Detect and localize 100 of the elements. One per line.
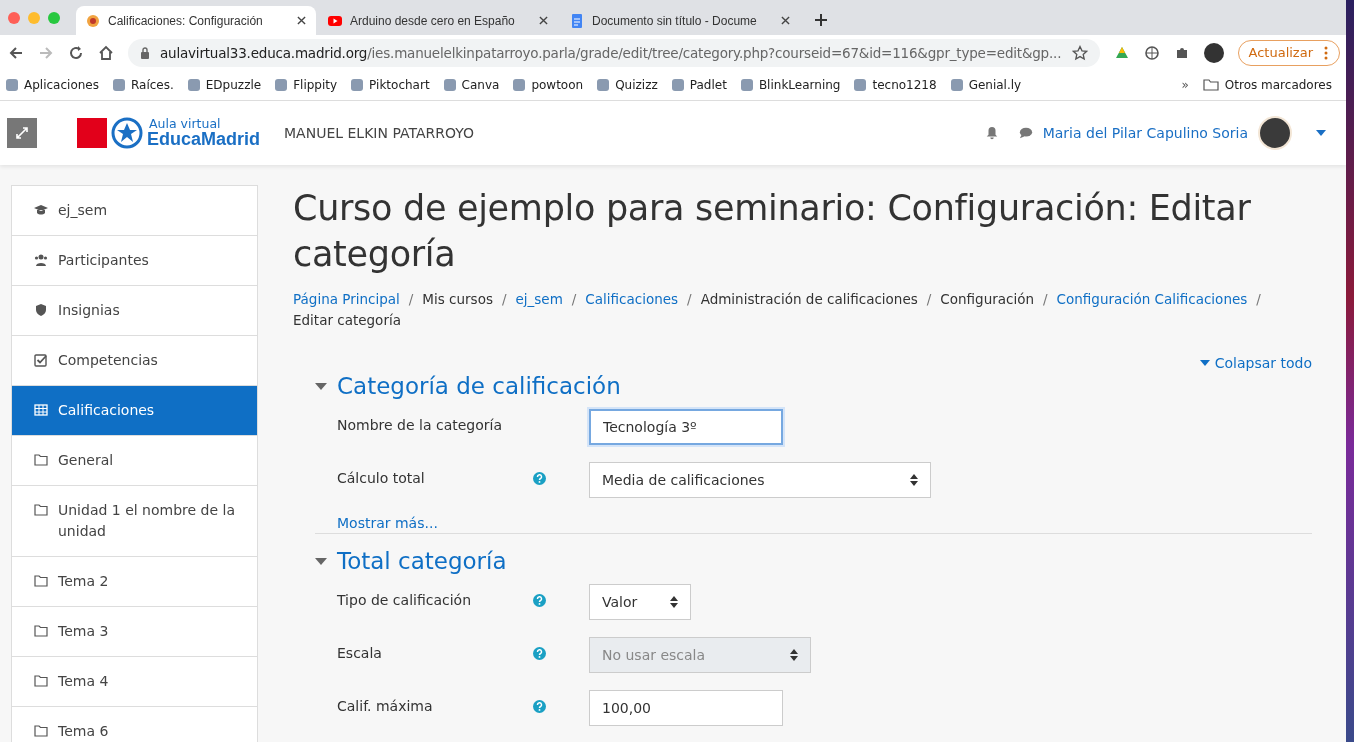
field-label: Escala	[337, 644, 383, 661]
breadcrumb-separator: /	[926, 290, 932, 309]
breadcrumb-link[interactable]: Calificaciones	[585, 289, 679, 310]
help-icon[interactable]	[533, 594, 546, 607]
flag-icon	[77, 118, 107, 148]
folder-icon	[34, 674, 48, 688]
sidebar-item[interactable]: ej_sem	[12, 186, 257, 236]
sort-arrows-icon	[910, 474, 918, 486]
sidebar-item[interactable]: General	[12, 436, 257, 486]
select-dropdown[interactable]: Media de calificaciones	[589, 462, 931, 498]
sidebar-item[interactable]: Tema 4	[12, 657, 257, 707]
breadcrumb-link[interactable]: Página Principal	[293, 289, 400, 310]
section-heading[interactable]: Categoría de calificación	[315, 373, 1312, 399]
field-label: Nombre de la categoría	[337, 416, 503, 433]
star-icon[interactable]	[1071, 44, 1088, 61]
new-tab-icon[interactable]	[814, 13, 828, 27]
update-button[interactable]: Actualizar	[1237, 39, 1340, 66]
reload-icon[interactable]	[68, 44, 84, 61]
field-label: Cálculo total	[337, 469, 426, 486]
user-avatar[interactable]	[1258, 116, 1292, 150]
browser-tab[interactable]: Calificaciones: Configuración	[76, 6, 316, 35]
bookmark-link[interactable]: BlinkLearning	[740, 78, 841, 92]
home-icon[interactable]	[98, 44, 114, 61]
sidebar-item[interactable]: Tema 2	[12, 557, 257, 607]
back-icon[interactable]	[8, 44, 24, 61]
bookmark-link[interactable]: Quizizz	[597, 78, 658, 92]
sidebar-item[interactable]: Tema 3	[12, 607, 257, 657]
text-input[interactable]: Tecnología 3º	[589, 409, 783, 445]
sort-arrows-icon	[670, 596, 678, 608]
shield-icon	[34, 303, 48, 317]
play-icon	[328, 13, 342, 28]
field-label: Calif. máxima	[337, 697, 434, 714]
bookmark-link[interactable]: tecno1218	[854, 78, 937, 92]
sidebar-item[interactable]: Tema 6	[12, 707, 257, 742]
sidebar-item[interactable]: Calificaciones	[12, 386, 257, 436]
select-dropdown[interactable]: Valor	[589, 584, 691, 620]
breadcrumb-text: Administración de calificaciones	[700, 290, 918, 309]
lock-icon	[140, 46, 150, 59]
breadcrumb-link[interactable]: ej_sem	[515, 289, 563, 310]
bookmark-link[interactable]: Genial.ly	[950, 78, 1022, 92]
folder-icon	[34, 453, 48, 467]
bookmark-link[interactable]: Aplicaciones	[6, 78, 99, 92]
breadcrumb-separator: /	[571, 290, 577, 309]
globe-icon[interactable]	[1143, 44, 1160, 61]
breadcrumb-link[interactable]: Configuración Calificaciones	[1056, 289, 1248, 310]
bookmark-link[interactable]: powtoon	[513, 78, 584, 92]
bookmark-link[interactable]: Flippity	[275, 78, 338, 92]
browser-tab[interactable]: Documento sin título - Docume	[560, 6, 800, 35]
sort-arrows-icon	[790, 649, 798, 661]
close-tab-icon[interactable]	[297, 16, 306, 25]
folder-icon	[34, 503, 48, 517]
url-text: aulavirtual33.educa.madrid.org/ies.manuelelkinpatarroyo.parla/grade/edit/tree/category.php?courseid=67&id=116&gpr_type=edit&gp...	[160, 44, 1062, 61]
breadcrumb-separator: /	[1043, 290, 1048, 309]
bookmark-link[interactable]: Piktochart	[351, 78, 430, 92]
help-icon[interactable]	[533, 700, 546, 713]
address-bar[interactable]: aulavirtual33.educa.madrid.org/ies.manuelelkinpatarroyo.parla/grade/edit/tree/category.php?courseid=67&id=116&gpr_type=edit&gp...	[128, 38, 1100, 67]
folder-icon	[34, 574, 48, 588]
breadcrumb-text: Configuración	[940, 290, 1034, 309]
breadcrumb-separator: /	[408, 290, 414, 309]
close-tab-icon[interactable]	[539, 16, 548, 25]
more-bookmarks-button[interactable]: »	[1181, 78, 1189, 92]
sidebar-item[interactable]: Unidad 1 el nombre de la unidad	[12, 486, 257, 557]
logo-title: EducaMadrid	[147, 130, 261, 149]
site-name: MANUEL ELKIN PATARROYO	[284, 125, 474, 141]
folder-icon	[34, 724, 48, 738]
page-title: Curso de ejemplo para seminario: Configuración: Editar categoría	[293, 187, 1252, 276]
sidebar-item[interactable]: Participantes	[12, 236, 257, 286]
text-input[interactable]: 100,00	[589, 690, 783, 726]
document-icon	[570, 13, 584, 28]
breadcrumb-text: Editar categoría	[293, 311, 401, 330]
folder-icon	[1202, 79, 1219, 91]
show-more-link[interactable]: Mostrar más...	[337, 515, 438, 531]
user-name-link[interactable]: Maria del Pilar Capulino Soria	[1042, 125, 1248, 141]
graduation-cap-icon	[34, 203, 48, 217]
star-logo-icon	[111, 117, 143, 149]
table-icon	[34, 403, 48, 417]
bookmark-link[interactable]: EDpuzzle	[187, 78, 262, 92]
browser-tab[interactable]: Arduino desde cero en Españo	[318, 6, 558, 35]
users-icon	[34, 253, 48, 267]
expand-icon	[14, 125, 30, 141]
profile-avatar[interactable]	[1203, 42, 1224, 63]
sidebar-item[interactable]: Insignias	[12, 286, 257, 336]
section-heading[interactable]: Total categoría	[315, 548, 1312, 574]
checkbox-icon	[34, 353, 48, 367]
breadcrumb-separator: /	[501, 290, 507, 309]
close-tab-icon[interactable]	[781, 16, 790, 25]
expand-button[interactable]	[7, 118, 37, 148]
folder-icon	[34, 624, 48, 638]
breadcrumb-text: Mis cursos	[422, 290, 493, 309]
more-options-icon[interactable]	[1324, 45, 1328, 60]
collapse-all-link[interactable]: Colapsar todo	[1199, 355, 1312, 371]
bell-icon[interactable]	[984, 126, 999, 140]
other-bookmarks-folder[interactable]: Otros marcadores	[1202, 78, 1332, 92]
bookmark-link[interactable]: Raíces.	[112, 78, 174, 92]
field-label: Tipo de calificación	[337, 591, 473, 608]
bookmark-link[interactable]: Padlet	[671, 78, 727, 92]
help-icon[interactable]	[533, 472, 546, 485]
speech-bubble-icon[interactable]	[1018, 126, 1033, 140]
bookmark-link[interactable]: Canva	[443, 78, 500, 92]
breadcrumb-separator: /	[1256, 290, 1261, 309]
